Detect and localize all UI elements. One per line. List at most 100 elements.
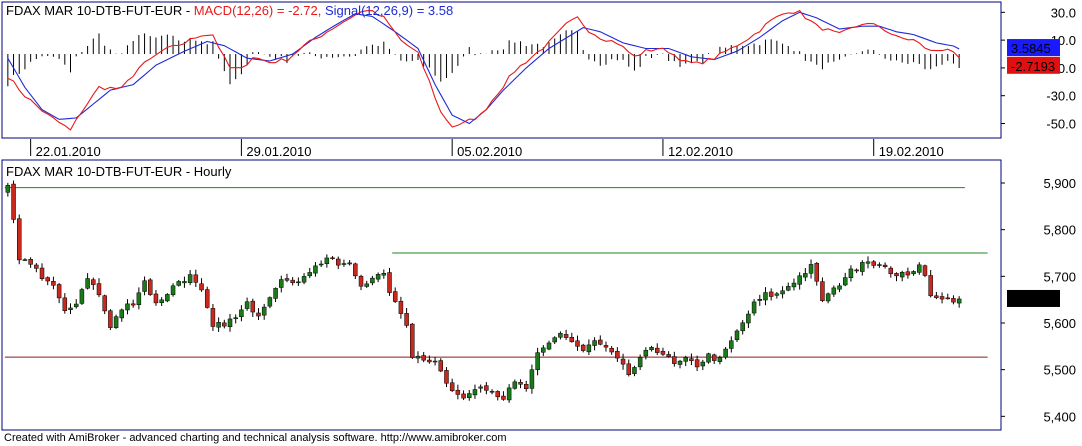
candle-body [233, 317, 238, 319]
date-tick-label: 12.02.2010 [668, 144, 733, 159]
candle-body [335, 258, 341, 266]
candle-body [894, 273, 899, 277]
price-panel-frame [1, 159, 1002, 431]
date-tick-label: 05.02.2010 [457, 144, 522, 159]
date-tick-label: 22.01.2010 [36, 144, 101, 159]
candle-body [193, 274, 199, 283]
candle-body [461, 393, 466, 399]
candle-body [56, 284, 62, 299]
candle-body [387, 272, 392, 293]
candle-body [438, 360, 444, 372]
candle-body [301, 276, 307, 283]
candle-body [552, 337, 557, 343]
candle-body [825, 293, 831, 302]
candle-body [831, 287, 837, 295]
candle-body [860, 262, 865, 272]
candle-body [136, 292, 142, 306]
candle-body [227, 318, 233, 328]
macd-panel-frame [1, 1, 1002, 139]
candle-body [518, 381, 523, 385]
candle-body [119, 309, 125, 319]
candle-body [677, 360, 683, 365]
candle-body [489, 390, 495, 393]
candle-body [911, 271, 916, 275]
candle-body [370, 277, 375, 284]
candle-body [563, 334, 569, 338]
candle-body [478, 386, 483, 389]
candle-body [273, 288, 278, 299]
candle-body [660, 350, 666, 355]
macd-y-tick-label: -30.0 [1046, 89, 1076, 104]
candle-body [455, 389, 461, 395]
candle-body [620, 358, 626, 365]
candle-body [472, 389, 478, 396]
candle-body [609, 348, 614, 353]
candle-body [73, 303, 79, 308]
candle-body [871, 261, 876, 266]
candle-body [375, 274, 381, 280]
candle-body [341, 263, 347, 265]
macd-title-signal: Signal(12,26,9) = 3.58 [325, 3, 453, 18]
candle-body [546, 342, 552, 350]
candle-body [130, 303, 136, 306]
candle-body [113, 316, 119, 328]
candle-body [535, 352, 540, 371]
candle-body [837, 285, 842, 290]
candle-body [432, 360, 438, 363]
candle-body [421, 355, 426, 361]
candle-body [404, 313, 409, 326]
candle-body [96, 283, 102, 296]
candle-body [506, 387, 512, 401]
candle-body [820, 281, 825, 301]
candle-body [467, 393, 472, 398]
candle-body [170, 285, 176, 296]
candle-body [763, 292, 768, 301]
date-tick-label: 19.02.2010 [879, 144, 944, 159]
candle-body [91, 279, 96, 285]
date-tick-label: 29.01.2010 [246, 144, 311, 159]
candle-body [353, 263, 358, 277]
candle-body [734, 330, 740, 341]
price-y-tick-label: 5,400 [1043, 409, 1076, 424]
candle-body [637, 357, 643, 368]
candle-body [307, 272, 313, 277]
candle-body [592, 340, 597, 346]
candle-body [575, 340, 580, 347]
candle-body [159, 299, 164, 304]
candle-body [148, 279, 153, 295]
candle-body [694, 359, 700, 368]
candle-body [689, 358, 694, 362]
candle-body [803, 273, 808, 278]
candle-body [848, 268, 854, 278]
macd-title: FDAX MAR 10-DTB-FUT-EUR - MACD(12,26) = … [6, 3, 453, 18]
candle-body [723, 348, 728, 358]
candle-body [102, 295, 107, 312]
candle-body [398, 300, 404, 314]
candle-body [182, 281, 187, 284]
candle-body [626, 363, 632, 375]
candle-body [928, 275, 933, 297]
footer-credit: Created with AmiBroker - advanced charti… [4, 432, 507, 444]
candle-body [512, 381, 518, 389]
candle-body [774, 293, 780, 296]
candle-body [108, 310, 113, 328]
candle-body [5, 185, 11, 193]
candle-body [11, 183, 16, 220]
candle-body [603, 345, 609, 348]
candle-body [318, 263, 324, 266]
candle-body [364, 283, 369, 287]
candle-body [85, 278, 90, 289]
macd-title-macd: MACD(12,26) = -2.72, [194, 3, 325, 18]
candle-body [922, 265, 928, 276]
candle-body [956, 298, 962, 304]
candle-body [854, 269, 859, 272]
candle-body [649, 347, 654, 351]
candle-body [187, 274, 193, 283]
candle-body [125, 303, 130, 311]
candle-body [330, 257, 335, 260]
candle-body [882, 264, 888, 267]
price-y-tick-label: 5,900 [1043, 176, 1076, 191]
candle-body [717, 357, 723, 362]
candle-body [814, 262, 819, 282]
candle-body [45, 277, 50, 282]
